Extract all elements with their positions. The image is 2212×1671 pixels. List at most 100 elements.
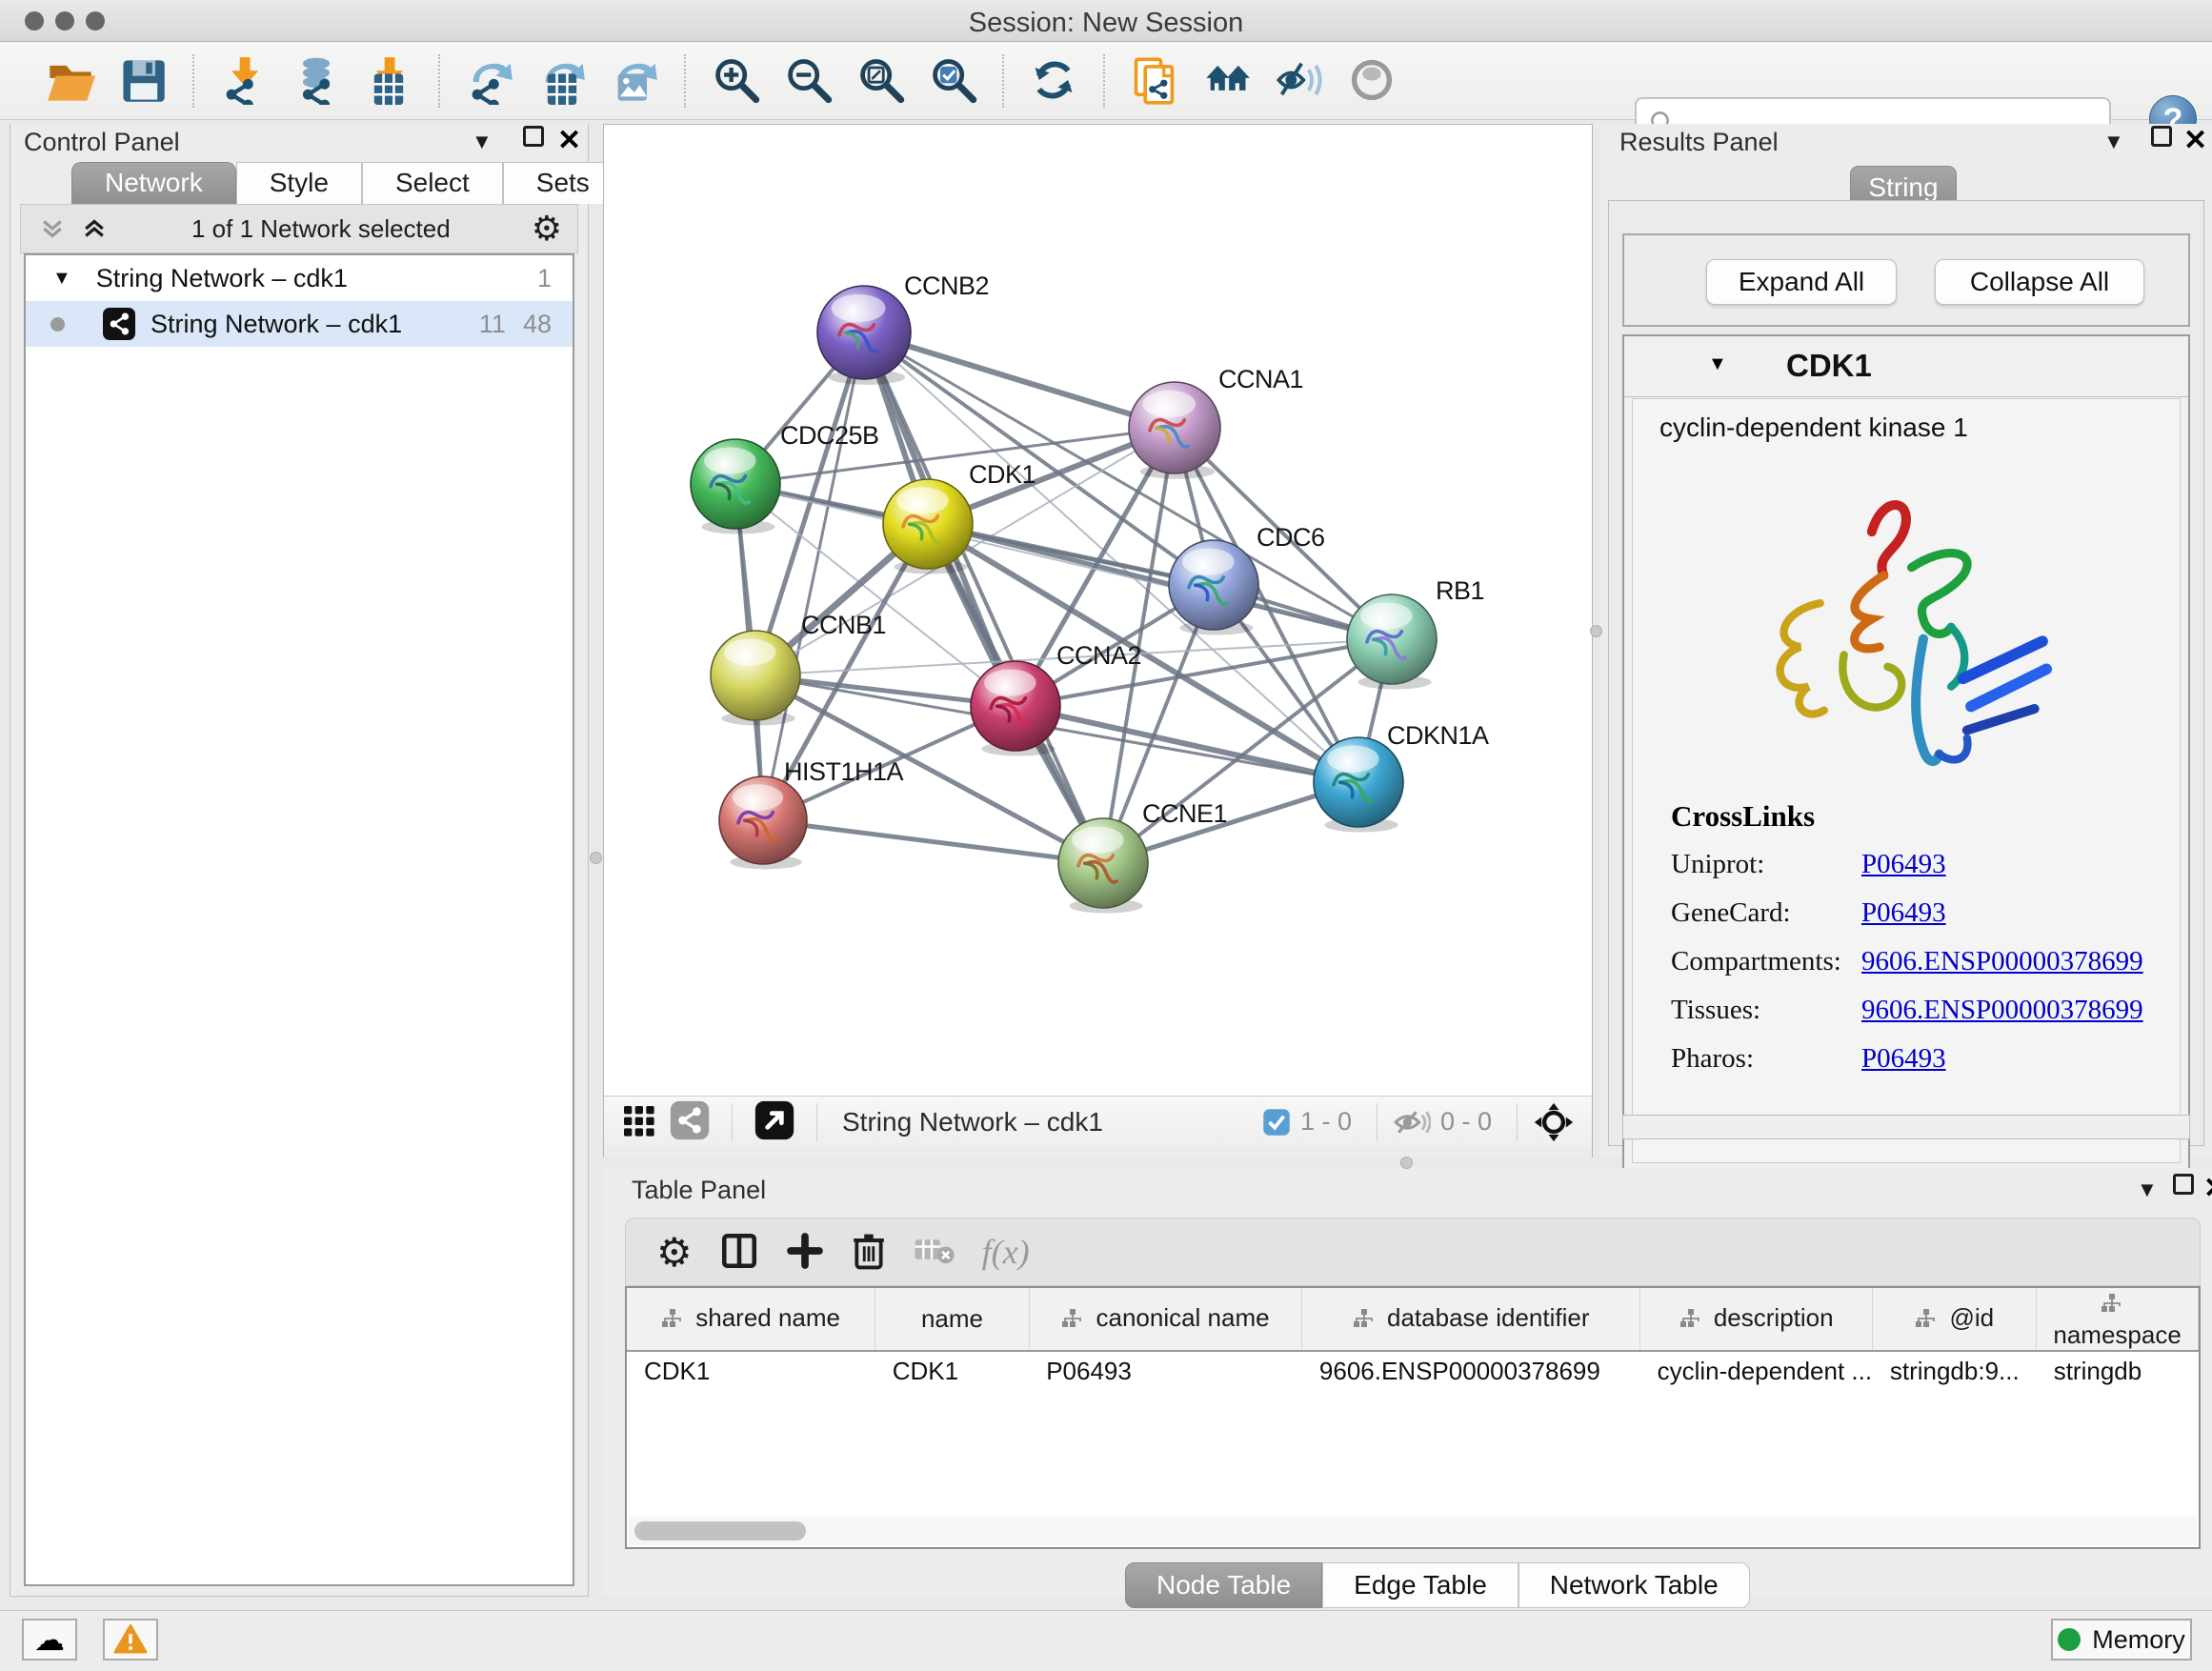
memory-label: Memory bbox=[2092, 1625, 2185, 1655]
protein-card-header[interactable]: ▼ CDK1 bbox=[1624, 336, 2188, 397]
panel-close-icon[interactable]: ✕ bbox=[2183, 124, 2207, 157]
crosslink-link[interactable]: P06493 bbox=[1861, 897, 1946, 929]
network-edge[interactable] bbox=[763, 332, 864, 820]
splitter-handle[interactable] bbox=[590, 852, 602, 864]
export-image-button[interactable] bbox=[607, 53, 662, 109]
network-canvas[interactable]: CCNB2CCNA1CDC25BCDK1CDC6RB1CCNB1CCNA2CDK… bbox=[604, 125, 1592, 1096]
splitter-handle[interactable] bbox=[1400, 1157, 1413, 1169]
network-edge[interactable] bbox=[1016, 706, 1358, 782]
panel-float-icon[interactable] bbox=[2151, 126, 2172, 147]
table-cell[interactable]: CDK1 bbox=[627, 1351, 875, 1391]
tree-expander-icon[interactable]: ▼ bbox=[52, 268, 71, 290]
table-cell[interactable]: cyclin-dependent ... bbox=[1640, 1351, 1873, 1391]
apply-layout-button[interactable] bbox=[1026, 53, 1081, 109]
table-cell[interactable]: stringdb bbox=[2037, 1351, 2199, 1391]
crosslink-link[interactable]: 9606.ENSP00000378699 bbox=[1861, 995, 2143, 1026]
column-header--id[interactable]: @id bbox=[1873, 1288, 2037, 1351]
duplicate-network-button[interactable] bbox=[1127, 53, 1182, 109]
table-cell[interactable]: 9606.ENSP00000378699 bbox=[1302, 1351, 1640, 1391]
network-row[interactable]: String Network – cdk1 11 48 bbox=[26, 301, 573, 347]
column-header-database-identifier[interactable]: database identifier bbox=[1302, 1288, 1640, 1351]
tab-network-table[interactable]: Network Table bbox=[1518, 1562, 1750, 1608]
export-network-button[interactable] bbox=[462, 53, 517, 109]
panel-close-icon[interactable]: ✕ bbox=[557, 124, 581, 157]
network-node-CCNB1[interactable]: CCNB1 bbox=[711, 611, 886, 726]
tab-select[interactable]: Select bbox=[362, 162, 503, 204]
network-collection-row[interactable]: ▼ String Network – cdk1 1 bbox=[26, 255, 573, 301]
string-network-badge-icon[interactable] bbox=[669, 1099, 711, 1144]
string-houses-button[interactable] bbox=[1199, 53, 1255, 109]
tab-network[interactable]: Network bbox=[71, 162, 236, 204]
function-builder-icon[interactable]: f(x) bbox=[982, 1232, 1030, 1272]
panel-menu-icon[interactable]: ▼ bbox=[472, 130, 493, 154]
network-edge[interactable] bbox=[864, 332, 1175, 428]
open-session-button[interactable] bbox=[43, 53, 98, 109]
table-cell[interactable]: stringdb:9... bbox=[1873, 1351, 2037, 1391]
column-label: canonical name bbox=[1096, 1303, 1269, 1332]
panel-float-icon[interactable] bbox=[523, 126, 544, 147]
column-header-name[interactable]: name bbox=[875, 1288, 1029, 1351]
tab-node-table[interactable]: Node Table bbox=[1125, 1562, 1322, 1608]
import-table-button[interactable] bbox=[361, 53, 416, 109]
network-node-CDK1[interactable]: CDK1 bbox=[883, 460, 1036, 574]
eye-button[interactable] bbox=[1344, 53, 1399, 109]
column-header-shared-name[interactable]: shared name bbox=[627, 1288, 875, 1351]
column-header-description[interactable]: description bbox=[1640, 1288, 1873, 1351]
tab-style[interactable]: Style bbox=[236, 162, 362, 204]
open-in-window-icon[interactable] bbox=[754, 1099, 795, 1144]
panel-float-icon[interactable] bbox=[2173, 1174, 2194, 1195]
glasses-slash-button[interactable] bbox=[1272, 53, 1327, 109]
export-table-button[interactable] bbox=[534, 53, 590, 109]
collapse-triangle-icon[interactable]: ▼ bbox=[1708, 353, 1727, 375]
column-header-namespace[interactable]: namespace bbox=[2037, 1288, 2199, 1351]
panel-close-icon[interactable]: ✕ bbox=[2203, 1172, 2212, 1205]
crosslink-link[interactable]: 9606.ENSP00000378699 bbox=[1861, 946, 2143, 977]
network-node-CCNA1[interactable]: CCNA1 bbox=[1129, 365, 1303, 479]
hidden-eye-icon[interactable] bbox=[1393, 1106, 1431, 1138]
import-network-file-button[interactable] bbox=[216, 53, 271, 109]
network-node-CDKN1A[interactable]: CDKN1A bbox=[1314, 721, 1489, 833]
collapse-all-icon[interactable] bbox=[36, 214, 69, 243]
selected-checkbox-icon[interactable] bbox=[1262, 1108, 1291, 1137]
network-edge[interactable] bbox=[763, 820, 1103, 863]
splitter-handle[interactable] bbox=[1590, 625, 1602, 637]
expand-all-button[interactable]: Expand All bbox=[1706, 259, 1897, 305]
grid-view-icon[interactable] bbox=[619, 1101, 657, 1142]
warning-button[interactable] bbox=[103, 1619, 158, 1661]
scrollbar-thumb[interactable] bbox=[634, 1521, 806, 1540]
column-header-canonical-name[interactable]: canonical name bbox=[1029, 1288, 1302, 1351]
birdseye-crosshair-icon[interactable] bbox=[1533, 1101, 1575, 1143]
table-cell[interactable]: P06493 bbox=[1029, 1351, 1302, 1391]
collapse-all-button[interactable]: Collapse All bbox=[1935, 259, 2144, 305]
crosslink-row: Uniprot:P06493 bbox=[1671, 849, 2143, 880]
network-node-HIST1H1A[interactable]: HIST1H1A bbox=[719, 757, 904, 869]
zoom-selected-button[interactable] bbox=[925, 53, 980, 109]
memory-button[interactable]: Memory bbox=[2051, 1619, 2192, 1661]
delete-table-icon[interactable] bbox=[914, 1235, 955, 1270]
show-columns-icon[interactable] bbox=[719, 1231, 759, 1274]
import-network-database-button[interactable] bbox=[289, 53, 344, 109]
table-settings-gear-icon[interactable]: ⚙ bbox=[656, 1229, 693, 1276]
table-row[interactable]: CDK1CDK1P064939606.ENSP00000378699cyclin… bbox=[627, 1351, 2199, 1391]
horizontal-scrollbar[interactable] bbox=[629, 1517, 2197, 1545]
tab-edge-table[interactable]: Edge Table bbox=[1322, 1562, 1518, 1608]
zoom-fit-button[interactable] bbox=[853, 53, 908, 109]
crosslink-row: Tissues:9606.ENSP00000378699 bbox=[1671, 995, 2143, 1026]
gear-icon[interactable]: ⚙ bbox=[532, 209, 562, 249]
cloud-button[interactable]: ☁ bbox=[22, 1619, 77, 1661]
network-toolbar: String Network – cdk1 1 - 0 0 - 0 bbox=[604, 1096, 1592, 1147]
network-node-RB1[interactable]: RB1 bbox=[1347, 576, 1484, 690]
network-view-panel: CCNB2CCNA1CDC25BCDK1CDC6RB1CCNB1CCNA2CDK… bbox=[603, 124, 1593, 1158]
table-cell[interactable]: CDK1 bbox=[875, 1351, 1029, 1391]
expand-all-icon[interactable] bbox=[78, 214, 111, 243]
panel-menu-icon[interactable]: ▼ bbox=[2137, 1178, 2158, 1202]
crosslink-link[interactable]: P06493 bbox=[1861, 1043, 1946, 1075]
collection-count: 1 bbox=[537, 264, 552, 293]
panel-menu-icon[interactable]: ▼ bbox=[2103, 130, 2124, 154]
save-session-button[interactable] bbox=[115, 53, 171, 109]
zoom-out-button[interactable] bbox=[780, 53, 835, 109]
crosslink-link[interactable]: P06493 bbox=[1861, 849, 1946, 880]
delete-column-trash-icon[interactable] bbox=[851, 1231, 887, 1274]
zoom-in-button[interactable] bbox=[708, 53, 763, 109]
add-column-plus-icon[interactable] bbox=[786, 1232, 824, 1273]
